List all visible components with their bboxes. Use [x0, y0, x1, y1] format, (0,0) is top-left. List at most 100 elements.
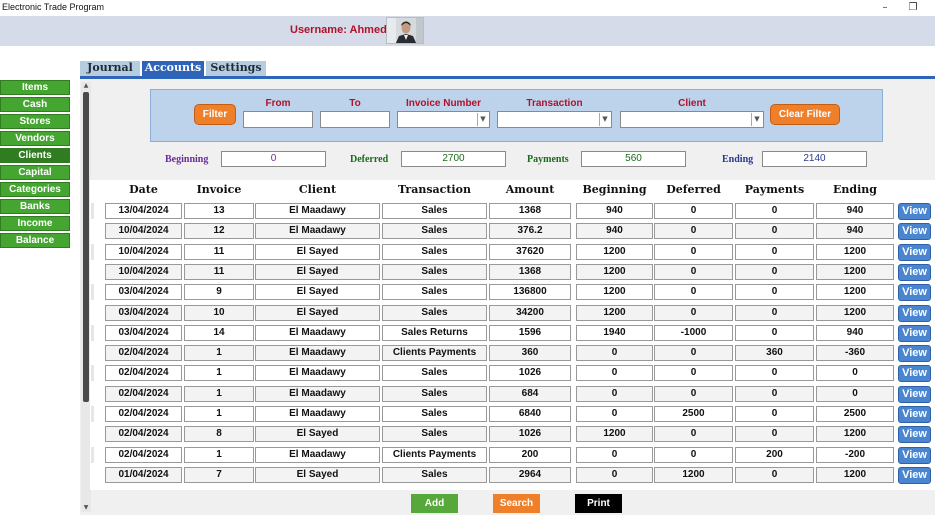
view-button[interactable]: View [898, 447, 931, 464]
filter-button[interactable]: Filter [194, 104, 236, 125]
cell-beginning: 0 [576, 365, 653, 381]
cell-ending: 1200 [816, 264, 894, 280]
column-header-transaction[interactable]: Transaction [382, 183, 487, 196]
sidebar-item-clients[interactable]: Clients [0, 148, 70, 163]
cell-beginning: 1940 [576, 325, 653, 341]
cell-deferred: 0 [654, 447, 733, 463]
row-marker [91, 447, 94, 463]
view-button[interactable]: View [898, 244, 931, 261]
view-button[interactable]: View [898, 223, 931, 240]
view-button[interactable]: View [898, 203, 931, 220]
cell-date: 03/04/2024 [105, 325, 182, 341]
cell-beginning: 940 [576, 203, 653, 219]
chevron-down-icon[interactable]: ▼ [599, 113, 610, 126]
cell-payments: 0 [735, 223, 814, 239]
sidebar-item-vendors[interactable]: Vendors [0, 131, 70, 146]
column-header-payments[interactable]: Payments [735, 183, 814, 196]
sidebar-item-income[interactable]: Income [0, 216, 70, 231]
view-button[interactable]: View [898, 305, 931, 322]
column-header-date[interactable]: Date [105, 183, 182, 196]
cell-payments: 0 [735, 467, 814, 483]
view-button[interactable]: View [898, 406, 931, 423]
client-label: Client [678, 98, 706, 109]
add-button[interactable]: Add [411, 494, 458, 513]
user-photo-icon [387, 18, 423, 43]
client-select[interactable]: ▼ [620, 111, 764, 128]
view-button[interactable]: View [898, 284, 931, 301]
chevron-down-icon[interactable]: ▼ [751, 113, 762, 126]
cell-transaction: Sales [382, 365, 487, 381]
column-header-invoice[interactable]: Invoice [184, 183, 254, 196]
cell-amount: 684 [489, 386, 571, 402]
column-header-amount[interactable]: Amount [489, 183, 571, 196]
cell-client: El Sayed [255, 284, 380, 300]
sidebar-item-categories[interactable]: Categories [0, 182, 70, 197]
cell-client: El Sayed [255, 467, 380, 483]
tab-journal[interactable]: Journal [80, 61, 140, 76]
view-button[interactable]: View [898, 325, 931, 342]
cell-transaction: Sales [382, 223, 487, 239]
cell-client: El Maadawy [255, 447, 380, 463]
view-button[interactable]: View [898, 386, 931, 403]
cell-invoice: 11 [184, 244, 254, 260]
tab-settings[interactable]: Settings [206, 61, 266, 76]
column-header-deferred[interactable]: Deferred [654, 183, 733, 196]
sidebar-item-cash[interactable]: Cash [0, 97, 70, 112]
invoice-number-select[interactable]: ▼ [397, 111, 490, 128]
chevron-down-icon[interactable]: ▼ [477, 113, 488, 126]
restore-icon[interactable]: ❐ [906, 1, 920, 15]
cell-payments: 0 [735, 325, 814, 341]
cell-date: 02/04/2024 [105, 406, 182, 422]
search-button[interactable]: Search [493, 494, 540, 513]
beginning-total: 0 [221, 151, 326, 167]
view-button[interactable]: View [898, 365, 931, 382]
cell-ending: 940 [816, 203, 894, 219]
sidebar-item-banks[interactable]: Banks [0, 199, 70, 214]
cell-beginning: 1200 [576, 284, 653, 300]
cell-amount: 1368 [489, 203, 571, 219]
sidebar-item-stores[interactable]: Stores [0, 114, 70, 129]
cell-payments: 0 [735, 264, 814, 280]
cell-payments: 0 [735, 203, 814, 219]
from-date-input[interactable] [243, 111, 313, 128]
cell-amount: 1026 [489, 426, 571, 442]
cell-amount: 6840 [489, 406, 571, 422]
cell-amount: 200 [489, 447, 571, 463]
sidebar-item-items[interactable]: Items [0, 80, 70, 95]
cell-invoice: 1 [184, 447, 254, 463]
view-button[interactable]: View [898, 345, 931, 362]
sidebar-item-balance[interactable]: Balance [0, 233, 70, 248]
window-title: Electronic Trade Program [2, 2, 105, 12]
scroll-up-icon[interactable]: ▲ [81, 82, 91, 90]
view-button[interactable]: View [898, 264, 931, 281]
cell-deferred: 0 [654, 244, 733, 260]
print-button[interactable]: Print [575, 494, 622, 513]
accounts-table: Date Invoice Client Transaction Amount Beginn… [90, 180, 935, 490]
view-button[interactable]: View [898, 426, 931, 443]
column-header-ending[interactable]: Ending [816, 183, 894, 196]
cell-payments: 0 [735, 365, 814, 381]
column-header-client[interactable]: Client [255, 183, 380, 196]
cell-transaction: Sales Returns [382, 325, 487, 341]
scrollbar-thumb[interactable] [83, 92, 89, 402]
cell-payments: 0 [735, 426, 814, 442]
cell-invoice: 10 [184, 305, 254, 321]
cell-payments: 360 [735, 345, 814, 361]
cell-beginning: 0 [576, 386, 653, 402]
column-header-beginning[interactable]: Beginning [576, 183, 653, 196]
cell-invoice: 9 [184, 284, 254, 300]
to-date-input[interactable] [320, 111, 390, 128]
cell-client: El Maadawy [255, 406, 380, 422]
view-button[interactable]: View [898, 467, 931, 484]
scroll-down-icon[interactable]: ▼ [81, 504, 91, 512]
sidebar-item-capital[interactable]: Capital [0, 165, 70, 180]
cell-date: 02/04/2024 [105, 386, 182, 402]
cell-amount: 376.2 [489, 223, 571, 239]
clear-filter-button[interactable]: Clear Filter [770, 104, 840, 125]
cell-amount: 37620 [489, 244, 571, 260]
cell-client: El Sayed [255, 244, 380, 260]
transaction-select[interactable]: ▼ [497, 111, 612, 128]
tab-accounts[interactable]: Accounts [142, 61, 204, 76]
minimize-icon[interactable]: – [878, 1, 892, 15]
avatar [386, 17, 424, 44]
